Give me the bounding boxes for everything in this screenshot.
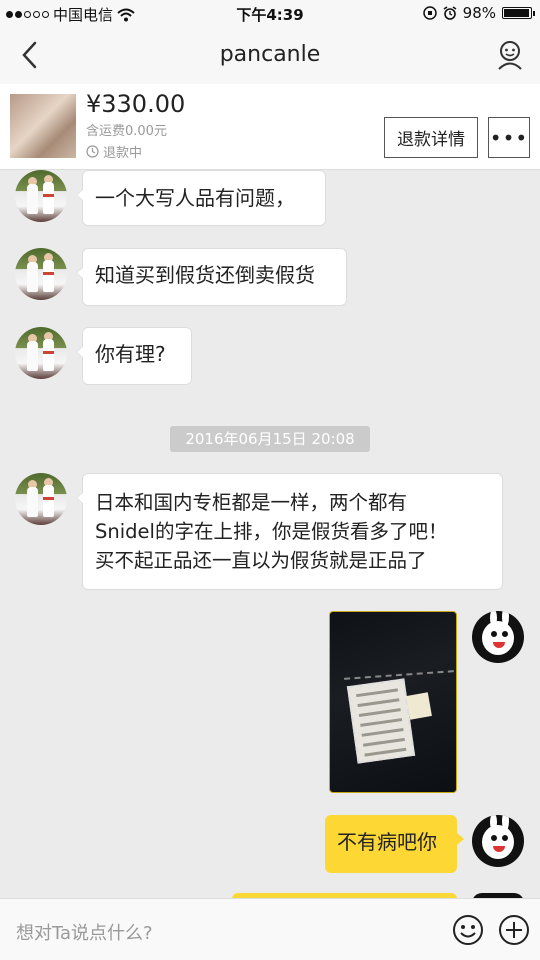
nav-bar: pancanle bbox=[0, 28, 540, 84]
seller-avatar[interactable] bbox=[15, 473, 67, 525]
my-avatar[interactable] bbox=[472, 611, 524, 663]
message-bubble[interactable]: 知道买到假货还倒卖假货 bbox=[76, 248, 347, 306]
message-text-line: 买不起正品还一直以为假货就是正品了 bbox=[95, 549, 427, 572]
alarm-icon bbox=[443, 6, 457, 20]
emoji-icon[interactable] bbox=[452, 914, 484, 946]
add-icon[interactable] bbox=[498, 914, 530, 946]
seller-avatar[interactable] bbox=[15, 170, 67, 222]
message-bubble[interactable]: 你有理? bbox=[76, 327, 192, 385]
message-text-line: Snidel的字在上排，你是假货看多了吧！ bbox=[95, 520, 448, 543]
more-options-button[interactable]: ••• bbox=[488, 117, 530, 158]
message-text: 你有理? bbox=[95, 342, 166, 366]
shipping-fee: 含运费0.00元 bbox=[86, 124, 167, 139]
message-input[interactable]: 想对Ta说点什么? bbox=[16, 919, 153, 945]
orientation-lock-icon bbox=[422, 6, 437, 20]
message-text: 不有病吧你 bbox=[337, 830, 437, 854]
order-product-card: ¥330.00 含运费0.00元 退款中 退款详情 ••• bbox=[0, 84, 540, 170]
refund-status-text: 退款中 bbox=[103, 146, 143, 161]
seller-avatar[interactable] bbox=[15, 327, 67, 379]
product-thumbnail[interactable] bbox=[10, 94, 76, 158]
message-input-bar: 想对Ta说点什么? bbox=[0, 898, 540, 960]
seller-avatar[interactable] bbox=[15, 248, 67, 300]
my-message-bubble[interactable]: 不有病吧你 bbox=[325, 815, 464, 873]
message-bubble[interactable]: 日本和国内专柜都是一样，两个都有 Snidel的字在上排，你是假货看多了吧！ 买… bbox=[76, 473, 503, 590]
status-right: 98% bbox=[422, 4, 535, 22]
garment-tag-image bbox=[346, 678, 416, 764]
page-title: pancanle bbox=[219, 42, 321, 67]
clock-icon bbox=[86, 145, 99, 158]
refund-status: 退款中 bbox=[86, 142, 142, 161]
chat-timestamp: 2016年06月15日 20:08 bbox=[170, 426, 370, 452]
user-profile-icon[interactable] bbox=[496, 40, 524, 70]
refund-details-button[interactable]: 退款详情 bbox=[384, 117, 478, 158]
battery-percent: 98% bbox=[462, 4, 496, 22]
message-text-line: 日本和国内专柜都是一样，两个都有 bbox=[95, 491, 408, 514]
my-avatar[interactable] bbox=[472, 815, 524, 867]
battery-icon bbox=[502, 7, 535, 19]
message-bubble[interactable]: 一个大写人品有问题， bbox=[76, 170, 326, 226]
status-bar: 中国电信 下午4:39 98% bbox=[0, 0, 540, 28]
message-text: 知道买到假货还倒卖假货 bbox=[95, 263, 315, 287]
message-text: 一个大写人品有问题， bbox=[95, 186, 295, 210]
product-price: ¥330.00 bbox=[86, 90, 186, 118]
image-message[interactable] bbox=[329, 611, 457, 793]
